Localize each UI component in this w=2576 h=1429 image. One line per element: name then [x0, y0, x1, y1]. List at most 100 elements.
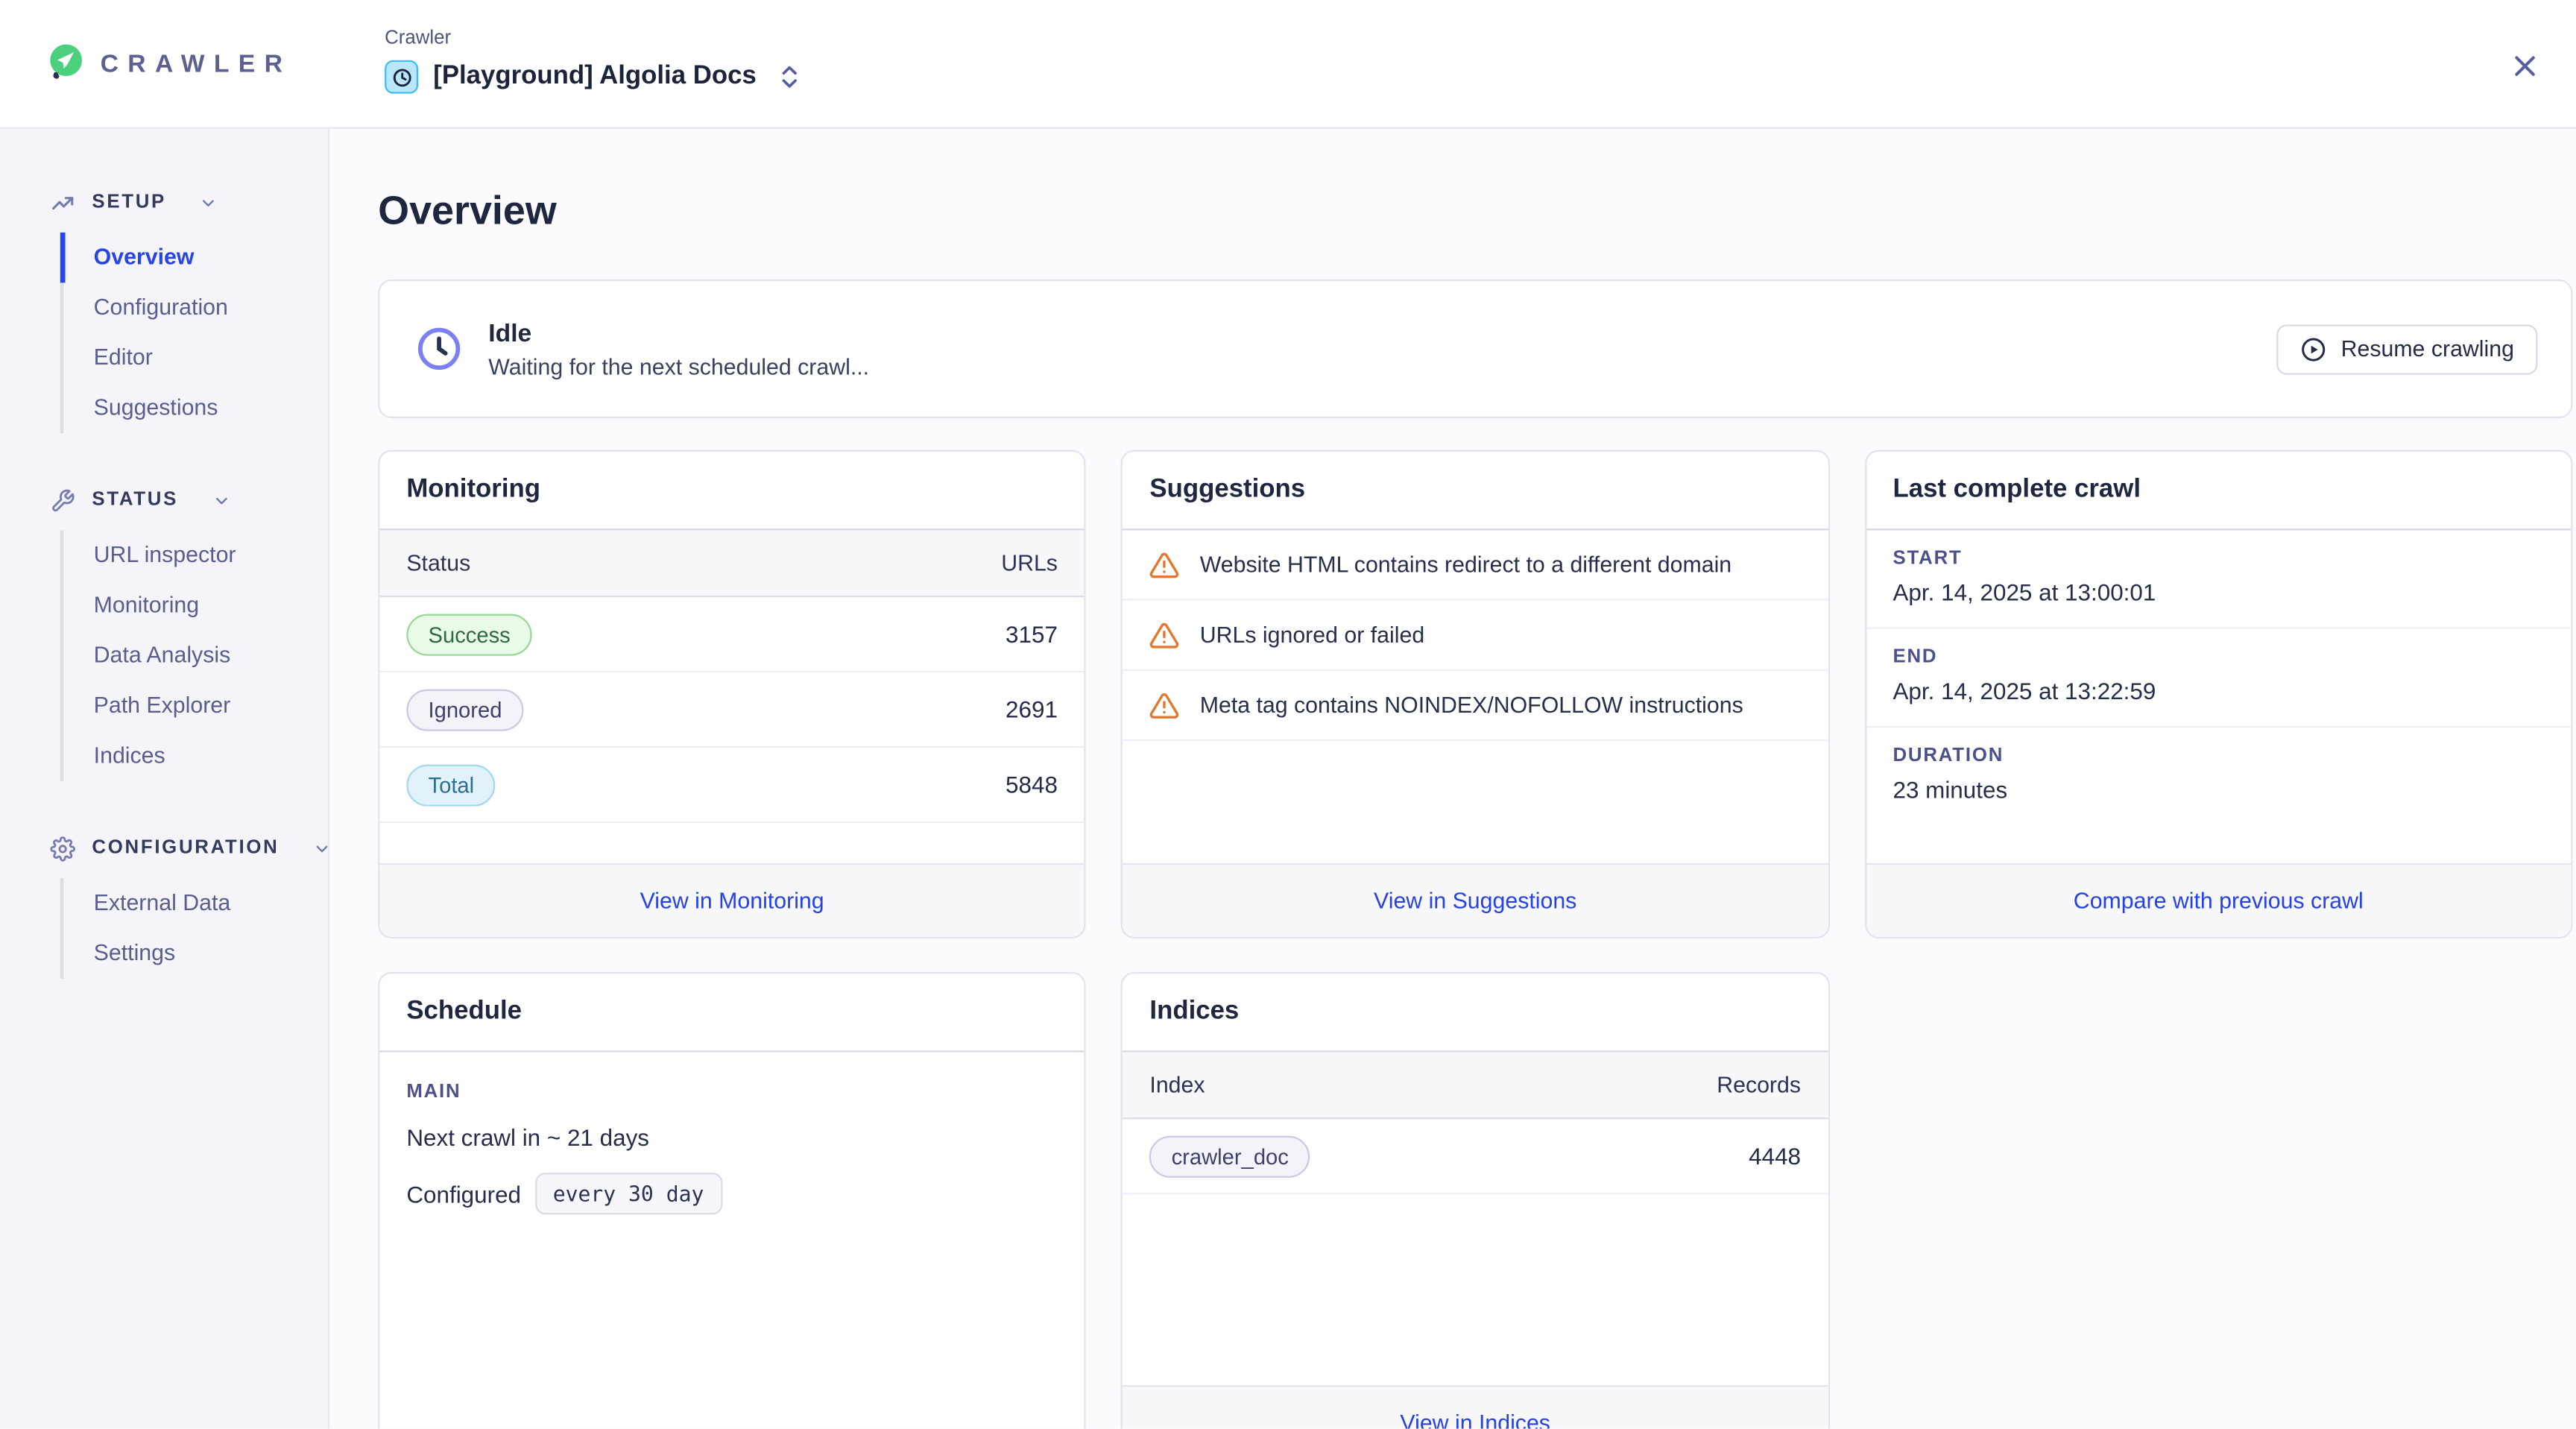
close-button[interactable] — [2507, 48, 2541, 82]
sidebar-item-configuration[interactable]: Configuration — [63, 283, 328, 332]
sidebar-group-items: URL inspector Monitoring Data Analysis P… — [60, 530, 328, 781]
suggestion-text: URLs ignored or failed — [1200, 622, 1424, 648]
indices-table-header: Index Records — [1123, 1053, 1827, 1120]
sidebar-group-items: External Data Settings — [60, 878, 328, 979]
sidebar-group-label: CONFIGURATION — [92, 838, 279, 858]
resume-crawling-button[interactable]: Resume crawling — [2277, 324, 2537, 373]
suggestion-item[interactable]: Website HTML contains redirect to a diff… — [1123, 530, 1827, 600]
sidebar-item-suggestions[interactable]: Suggestions — [63, 383, 328, 433]
view-in-monitoring-link[interactable]: View in Monitoring — [640, 889, 824, 914]
sidebar-item-settings[interactable]: Settings — [63, 929, 328, 979]
brand: CRAWLER — [47, 43, 291, 83]
suggestion-text: Website HTML contains redirect to a diff… — [1200, 552, 1731, 578]
sidebar-item-monitoring[interactable]: Monitoring — [63, 581, 328, 631]
view-in-indices-link[interactable]: View in Indices — [1400, 1410, 1550, 1429]
crawler-logo-icon — [47, 43, 83, 83]
schedule-card-title: Schedule — [379, 974, 1084, 1052]
monitoring-table-header: Status URLs — [379, 530, 1084, 597]
records-count: 4448 — [1749, 1143, 1801, 1170]
table-row-index: crawler_doc 4448 — [1123, 1119, 1827, 1194]
suggestions-card: Suggestions Website HTML contains redire… — [1121, 450, 1829, 939]
suggestion-item[interactable]: URLs ignored or failed — [1123, 601, 1827, 671]
breadcrumb-label: Crawler — [385, 28, 798, 48]
last-crawl-card-title: Last complete crawl — [1866, 452, 2571, 530]
sidebar-item-indices[interactable]: Indices — [63, 731, 328, 781]
cards-row-2: Schedule MAIN Next crawl in ~ 21 days Co… — [378, 972, 2572, 1429]
monitoring-card-footer: View in Monitoring — [379, 863, 1084, 937]
crawler-app: CRAWLER Crawler [Playground] Algolia Doc… — [0, 0, 2576, 1429]
index-name-badge[interactable]: crawler_doc — [1149, 1135, 1310, 1177]
brand-wordmark: CRAWLER — [101, 49, 292, 78]
table-row-total: Total 5848 — [379, 748, 1084, 823]
sidebar-group-label: SETUP — [92, 192, 166, 212]
start-value: Apr. 14, 2025 at 13:00:01 — [1892, 578, 2544, 605]
start-label: START — [1892, 549, 2544, 569]
resume-crawling-label: Resume crawling — [2341, 336, 2514, 362]
main-content: Overview Idle Waiting for the next sched… — [329, 129, 2576, 1429]
compare-previous-crawl-link[interactable]: Compare with previous crawl — [2074, 889, 2364, 914]
crawler-name: [Playground] Algolia Docs — [433, 62, 757, 92]
chevron-up-down-icon — [781, 66, 798, 89]
duration-label: DURATION — [1892, 746, 2544, 766]
end-value: Apr. 14, 2025 at 13:22:59 — [1892, 678, 2544, 704]
gear-icon — [50, 836, 75, 861]
last-crawl-end: END Apr. 14, 2025 at 13:22:59 — [1866, 629, 2571, 728]
close-icon — [2512, 53, 2537, 78]
view-in-suggestions-link[interactable]: View in Suggestions — [1374, 889, 1576, 914]
breadcrumb: Crawler [Playground] Algolia Docs — [385, 28, 798, 94]
indices-card-title: Indices — [1123, 974, 1827, 1052]
sidebar-item-editor[interactable]: Editor — [63, 333, 328, 383]
idle-text: Idle Waiting for the next scheduled craw… — [488, 319, 869, 379]
suggestion-text: Meta tag contains NOINDEX/NOFOLLOW instr… — [1200, 693, 1743, 718]
sidebar-item-path-explorer[interactable]: Path Explorer — [63, 681, 328, 731]
last-crawl-card-footer: Compare with previous crawl — [1866, 863, 2571, 937]
suggestion-item[interactable]: Meta tag contains NOINDEX/NOFOLLOW instr… — [1123, 671, 1827, 741]
url-count-ignored: 2691 — [1006, 696, 1058, 723]
table-row-ignored: Ignored 2691 — [379, 672, 1084, 748]
sidebar-group-configuration: CONFIGURATION External Data Settings — [0, 835, 328, 979]
url-count-success: 3157 — [1006, 621, 1058, 648]
sidebar-item-url-inspector[interactable]: URL inspector — [63, 530, 328, 580]
monitoring-card: Monitoring Status URLs Success 3157 Igno… — [378, 450, 1086, 939]
cards-row-1: Monitoring Status URLs Success 3157 Igno… — [378, 450, 2572, 939]
schedule-card: Schedule MAIN Next crawl in ~ 21 days Co… — [378, 972, 1086, 1429]
schedule-main-label: MAIN — [406, 1082, 1058, 1102]
sidebar-group-label: STATUS — [92, 490, 178, 511]
monitoring-card-title: Monitoring — [379, 452, 1084, 530]
sidebar-item-data-analysis[interactable]: Data Analysis — [63, 631, 328, 681]
idle-status-label: Idle — [488, 319, 869, 347]
sidebar-group-status: STATUS URL inspector Monitoring Data Ana… — [0, 487, 328, 781]
column-urls: URLs — [1001, 550, 1058, 575]
schedule-body: MAIN Next crawl in ~ 21 days Configured … — [379, 1053, 1084, 1215]
crawler-selector[interactable]: [Playground] Algolia Docs — [385, 60, 798, 94]
suggestions-card-footer: View in Suggestions — [1123, 863, 1827, 937]
sidebar-group-header-setup[interactable]: SETUP — [0, 189, 328, 216]
clock-icon — [417, 327, 462, 372]
sidebar-group-header-status[interactable]: STATUS — [0, 487, 328, 514]
warning-triangle-icon — [1149, 549, 1179, 579]
sidebar-item-external-data[interactable]: External Data — [63, 878, 328, 928]
sidebar-item-overview[interactable]: Overview — [63, 233, 328, 283]
page-title: Overview — [378, 189, 2576, 236]
chevron-down-icon — [212, 491, 230, 510]
idle-status-message: Waiting for the next scheduled crawl... — [488, 354, 869, 379]
status-badge-success: Success — [406, 613, 532, 654]
sidebar: SETUP Overview Configuration Editor Sugg… — [0, 129, 329, 1429]
idle-status-banner: Idle Waiting for the next scheduled craw… — [378, 280, 2572, 418]
trending-up-icon — [50, 190, 75, 215]
sidebar-group-header-configuration[interactable]: CONFIGURATION — [0, 835, 328, 862]
sidebar-group-items: Overview Configuration Editor Suggestion… — [60, 233, 328, 433]
column-records: Records — [1717, 1073, 1801, 1098]
end-label: END — [1892, 647, 2544, 667]
column-status: Status — [406, 550, 470, 575]
last-crawl-duration: DURATION 23 minutes — [1866, 728, 2571, 824]
last-crawl-start: START Apr. 14, 2025 at 13:00:01 — [1866, 530, 2571, 628]
play-circle-icon — [2301, 335, 2328, 362]
indices-card: Indices Index Records crawler_doc 4448 V… — [1121, 972, 1829, 1429]
chevron-down-icon — [200, 193, 218, 212]
suggestions-card-title: Suggestions — [1123, 452, 1827, 530]
wrench-icon — [50, 488, 75, 513]
configured-line: Configured every 30 day — [406, 1173, 1058, 1214]
chevron-down-icon — [312, 839, 331, 857]
url-count-total: 5848 — [1006, 772, 1058, 798]
